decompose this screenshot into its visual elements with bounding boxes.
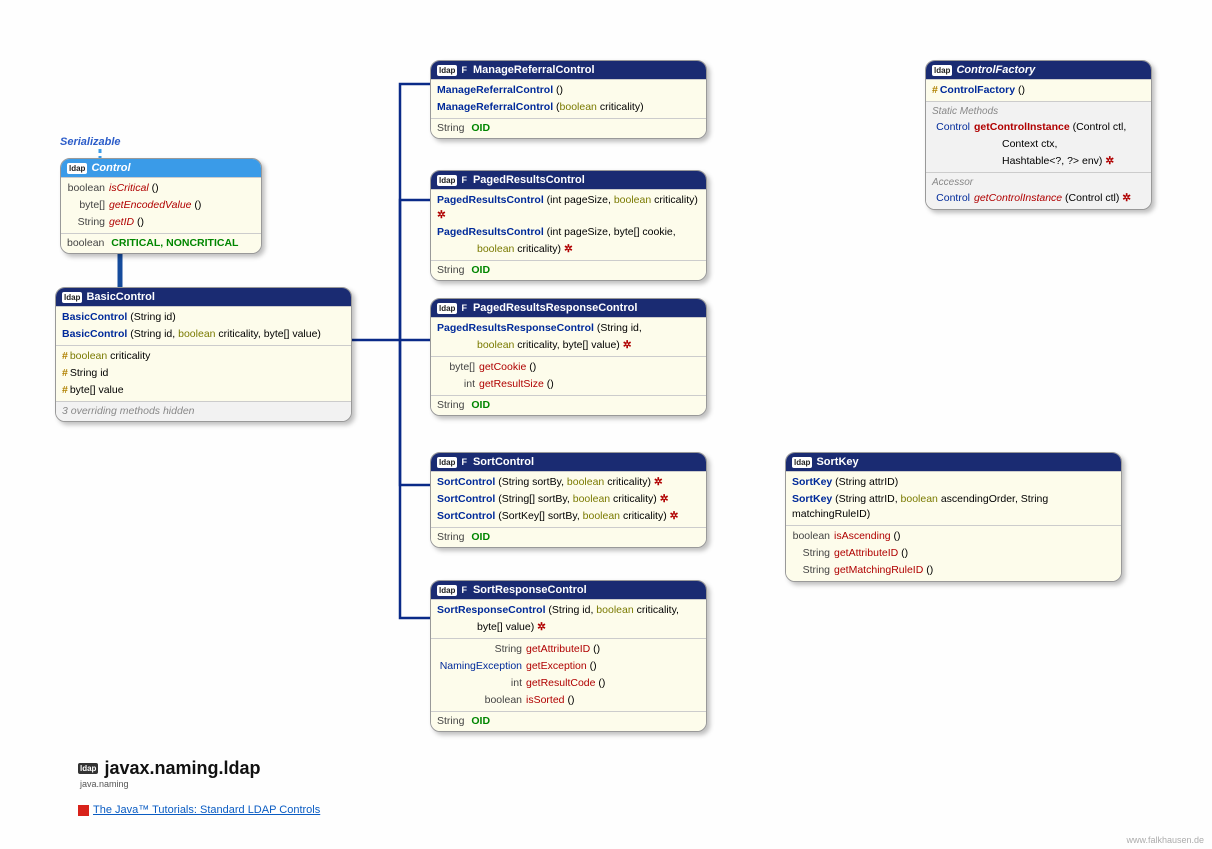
ldap-icon: ldap	[792, 457, 812, 468]
class-title: PagedResultsResponseControl	[473, 302, 637, 314]
class-controlfactory: ldap ControlFactory #ControlFactory () S…	[925, 60, 1152, 210]
ldap-icon: ldap	[78, 763, 98, 774]
ldap-icon: ldap	[62, 292, 82, 303]
class-sortkey: ldap SortKey SortKey (String attrID) Sor…	[785, 452, 1122, 582]
ldap-icon: ldap	[932, 65, 952, 76]
module-label: java.naming	[80, 779, 129, 789]
class-pagedresultscontrol: ldap F PagedResultsControl PagedResultsC…	[430, 170, 707, 281]
ldap-icon: ldap	[437, 65, 457, 76]
ldap-icon: ldap	[437, 585, 457, 596]
package-title: ldap javax.naming.ldap	[78, 758, 261, 779]
class-managereferralcontrol: ldap F ManageReferralControl ManageRefer…	[430, 60, 707, 139]
class-title: Control	[91, 162, 130, 174]
class-title: SortResponseControl	[473, 584, 587, 596]
class-title: BasicControl	[86, 291, 154, 303]
oracle-icon	[78, 805, 89, 816]
ldap-icon: ldap	[67, 163, 87, 174]
class-title: SortKey	[816, 456, 858, 468]
credit-label: www.falkhausen.de	[1126, 835, 1204, 845]
ldap-icon: ldap	[437, 175, 457, 186]
tutorial-link[interactable]: The Java™ Tutorials: Standard LDAP Contr…	[78, 804, 320, 816]
class-control: ldap Control booleanisCritical () byte[]…	[60, 158, 262, 254]
class-control-header: ldap Control	[61, 159, 261, 177]
class-title: ManageReferralControl	[473, 64, 595, 76]
class-basiccontrol: ldap BasicControl BasicControl (String i…	[55, 287, 352, 422]
class-title: ControlFactory	[956, 64, 1035, 76]
class-title: PagedResultsControl	[473, 174, 585, 186]
ldap-icon: ldap	[437, 303, 457, 314]
class-title: SortControl	[473, 456, 534, 468]
class-sortcontrol: ldap F SortControl SortControl (String s…	[430, 452, 707, 548]
ldap-icon: ldap	[437, 457, 457, 468]
class-sortresponsecontrol: ldap F SortResponseControl SortResponseC…	[430, 580, 707, 732]
serializable-link[interactable]: Serializable	[60, 136, 121, 148]
class-pagedresultsresponsecontrol: ldap F PagedResultsResponseControl Paged…	[430, 298, 707, 416]
